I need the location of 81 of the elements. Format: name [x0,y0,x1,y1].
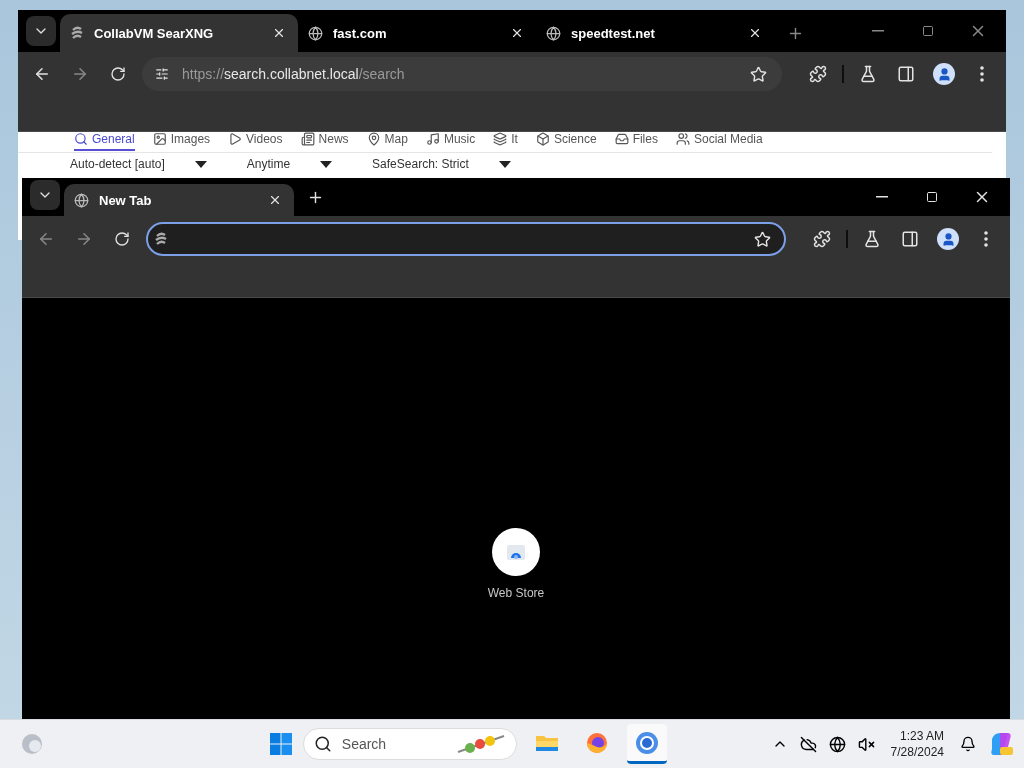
close-icon [272,26,286,40]
category-tab[interactable]: Videos [228,132,283,151]
address-bar[interactable] [146,222,786,256]
category-icon [493,132,508,146]
category-tab[interactable]: Music [425,132,476,151]
minimize-icon [872,30,884,32]
category-tab[interactable]: It [493,132,518,151]
minimize-icon [876,196,888,198]
address-bar[interactable]: https://search.collabnet.local/search [142,57,782,91]
category-icon [366,132,381,146]
star-icon [749,65,767,83]
star-icon [753,230,771,248]
filter-dropdown[interactable]: Auto-detect [auto] [70,157,207,171]
tab-list-button[interactable] [26,16,56,46]
dropdown-triangle-icon [194,160,207,168]
side-panel-icon [901,230,919,248]
close-icon [510,26,524,40]
network-icon[interactable] [828,735,846,753]
chromium-icon [634,730,659,755]
close-icon [268,193,282,207]
category-icon [675,132,690,146]
category-icon [300,132,315,146]
globe-icon [74,192,89,208]
copilot-icon[interactable] [988,731,1014,757]
forward-arrow-icon [71,65,89,83]
category-icon [614,132,629,146]
category-tab[interactable]: Files [614,132,658,151]
kebab-skewer-icon [455,732,506,756]
browser-tab[interactable]: speedtest.net [536,14,774,52]
forward-arrow-icon [75,230,93,248]
dropdown-triangle-icon [498,160,511,168]
site-logo-icon [154,231,168,247]
filter-dropdown[interactable]: SafeSearch: Strict [372,157,511,171]
avatar-icon [937,228,959,250]
more-dots-icon [984,231,988,247]
more-dots-icon [980,66,984,82]
shortcut-link[interactable]: Web Store [487,528,545,600]
category-tab[interactable]: Map [366,132,408,151]
notifications-icon[interactable] [960,736,976,752]
dropdown-triangle-icon [320,160,333,168]
category-tab[interactable]: News [300,132,349,151]
category-icon [425,132,440,146]
maximize-icon [926,191,938,203]
globe-icon [308,25,323,41]
browser-tab[interactable]: New Tab [64,184,294,216]
browser-tab[interactable]: fast.com [298,14,536,52]
puzzle-icon [813,230,831,248]
browser-tab[interactable]: CollabVM SearXNG [60,14,298,52]
search-input[interactable]: Search [339,735,448,753]
search-icon [313,735,332,753]
clock-button[interactable]: 1:23 AM 7/28/2024 [886,728,948,760]
category-tab[interactable]: Science [535,132,597,151]
flask-icon [859,65,877,83]
tab-list-button[interactable] [30,180,60,210]
side-panel-icon [897,65,915,83]
filter-dropdown[interactable]: Anytime [246,157,333,171]
maximize-icon [922,25,934,37]
reload-icon [110,66,126,82]
close-icon [748,26,762,40]
globe-icon [546,25,561,41]
category-tab[interactable]: Images [152,132,211,151]
category-icon [74,132,88,146]
category-icon [152,132,167,146]
reload-icon [114,231,130,247]
avatar-icon [933,63,955,85]
flask-icon [863,230,881,248]
taskbar-app-button[interactable] [626,724,667,764]
start-button[interactable] [268,732,293,756]
category-icon [535,132,550,146]
taskbar-search-field[interactable]: Search [302,728,517,760]
category-tab[interactable]: General [74,132,135,151]
category-tab[interactable]: Social Media [675,132,763,151]
store-icon [492,528,540,576]
firefox-icon [585,731,608,754]
category-icon [228,132,243,146]
volume-muted-icon[interactable] [857,735,875,753]
cloud-off-icon[interactable] [799,735,817,753]
puzzle-icon [809,65,827,83]
sliders-icon [155,67,169,81]
url-text: https://search.collabnet.local/search [182,66,406,82]
site-logo-icon [70,25,84,41]
